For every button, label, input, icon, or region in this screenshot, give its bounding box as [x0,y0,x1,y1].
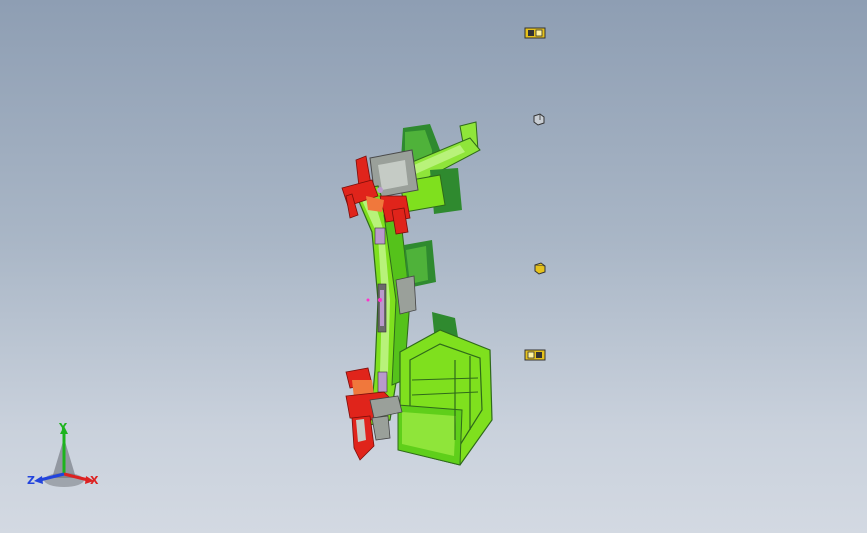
yellow-clip-part-icon-2[interactable] [524,348,546,362]
graphics-viewport[interactable]: Y Z X [0,0,867,533]
fixture-assembly-model[interactable] [0,0,867,533]
triad-z-label: Z [27,474,35,487]
triad-x-label: X [90,474,99,487]
triad-y-label: Y [59,421,67,434]
yellow-clip-part-icon[interactable] [524,26,546,40]
gray-block-part-icon[interactable] [532,112,546,126]
lower-box-frame[interactable] [397,312,493,466]
yellow-cube-part-icon[interactable] [533,261,547,275]
orientation-triad[interactable]: Y Z X [24,418,104,494]
